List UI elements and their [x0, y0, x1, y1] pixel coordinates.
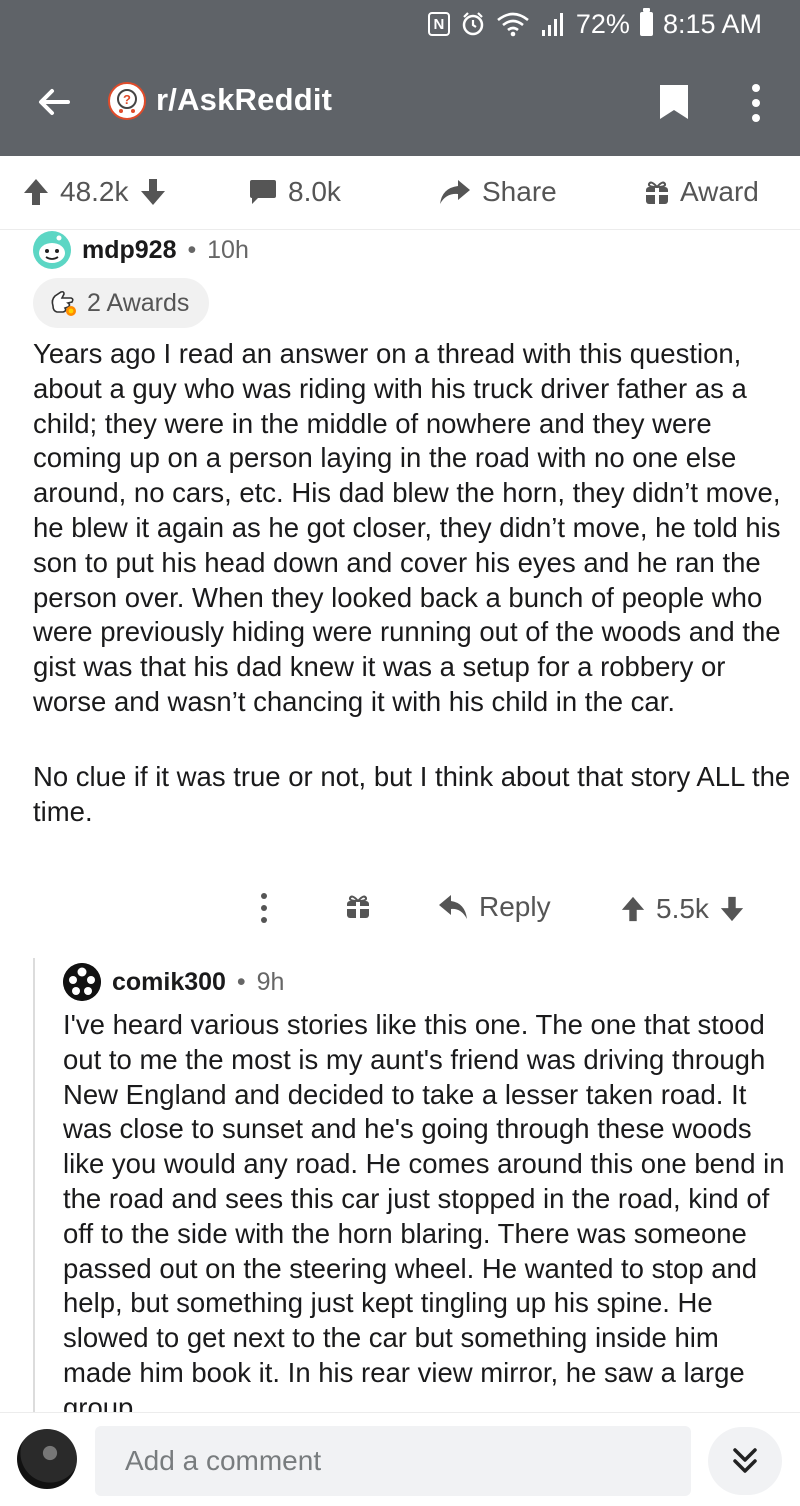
- comment-vote-group: 5.5k: [620, 893, 745, 925]
- meta-separator: •: [187, 236, 197, 264]
- reply-author-avatar[interactable]: [63, 963, 101, 1001]
- comments-button[interactable]: 8.0k: [248, 176, 341, 208]
- nfc-icon: N: [427, 12, 450, 36]
- nav-bar: ? r/AskReddit: [0, 70, 800, 134]
- signal-icon: [541, 13, 563, 36]
- comment-compose-bar: Add a comment: [0, 1412, 800, 1506]
- comment-count: 8.0k: [288, 176, 341, 207]
- back-arrow-icon[interactable]: [34, 82, 74, 122]
- add-comment-placeholder: Add a comment: [125, 1445, 322, 1476]
- battery-icon: [639, 8, 653, 36]
- comment-icon: [250, 180, 276, 204]
- upvote-icon[interactable]: [620, 895, 646, 923]
- subreddit-name[interactable]: r/AskReddit: [156, 82, 332, 118]
- reply-button[interactable]: Reply: [437, 891, 551, 923]
- comment-award-button[interactable]: [345, 892, 371, 920]
- clock: 8:15 AM: [662, 8, 762, 39]
- battery-percent: 72%: [575, 8, 630, 39]
- wifi-icon: [497, 12, 529, 37]
- svg-text:?: ?: [123, 92, 131, 107]
- awards-badge[interactable]: 2 Awards: [33, 278, 209, 328]
- comment-age: 10h: [207, 236, 249, 264]
- comment-body: Years ago I read an answer on a thread w…: [33, 337, 793, 829]
- comment-paragraph: No clue if it was true or not, but I thi…: [33, 760, 791, 827]
- gift-icon: [347, 895, 369, 918]
- award-button[interactable]: Award: [644, 176, 759, 208]
- more-vertical-icon: [261, 893, 267, 923]
- upvote-icon[interactable]: [22, 177, 50, 207]
- reply-author[interactable]: comik300: [112, 968, 226, 996]
- comment-paragraph: Years ago I read an answer on a thread w…: [33, 338, 781, 717]
- reply-label: Reply: [479, 891, 551, 922]
- post-vote-group: 48.2k: [22, 176, 167, 208]
- comment-vote-count: 5.5k: [656, 893, 709, 924]
- share-icon: [440, 180, 470, 204]
- downvote-icon[interactable]: [719, 895, 745, 923]
- post-action-bar: 48.2k 8.0k Share Award: [0, 156, 800, 230]
- status-bar: N 72% 8:15 AM: [427, 6, 762, 42]
- more-vertical-icon[interactable]: [748, 82, 764, 124]
- awards-count: 2 Awards: [87, 288, 190, 317]
- commenter-avatar[interactable]: [33, 231, 71, 269]
- alarm-icon: [462, 12, 484, 36]
- collapse-comments-button[interactable]: [708, 1427, 782, 1495]
- award-label: Award: [680, 176, 759, 207]
- reply-body: I've heard various stories like this one…: [63, 1009, 785, 1423]
- post-vote-count: 48.2k: [60, 176, 129, 207]
- add-comment-input[interactable]: Add a comment: [95, 1426, 691, 1496]
- meta-separator: •: [236, 968, 246, 996]
- app-bar: N 72% 8:15 AM ? r/AskReddit: [0, 0, 800, 156]
- subreddit-avatar-icon[interactable]: ?: [108, 82, 146, 120]
- gift-icon: [646, 181, 668, 204]
- reply-icon: [439, 895, 467, 919]
- comment-author[interactable]: mdp928: [82, 236, 176, 264]
- comment-action-bar: Reply 5.5k: [0, 889, 800, 929]
- comment-more-button[interactable]: [256, 891, 272, 925]
- share-button[interactable]: Share: [438, 176, 557, 208]
- bookmark-icon[interactable]: [657, 83, 691, 121]
- user-avatar[interactable]: [17, 1429, 77, 1489]
- share-label: Share: [482, 176, 557, 207]
- thread-line[interactable]: [33, 958, 35, 1428]
- reply-meta: comik300 • 9h: [112, 968, 284, 997]
- reply-age: 9h: [256, 968, 285, 996]
- downvote-icon[interactable]: [139, 177, 167, 207]
- double-chevron-down-icon: [733, 1448, 757, 1473]
- award-hand-icon: [51, 290, 76, 316]
- comment-meta: mdp928 • 10h: [82, 236, 249, 265]
